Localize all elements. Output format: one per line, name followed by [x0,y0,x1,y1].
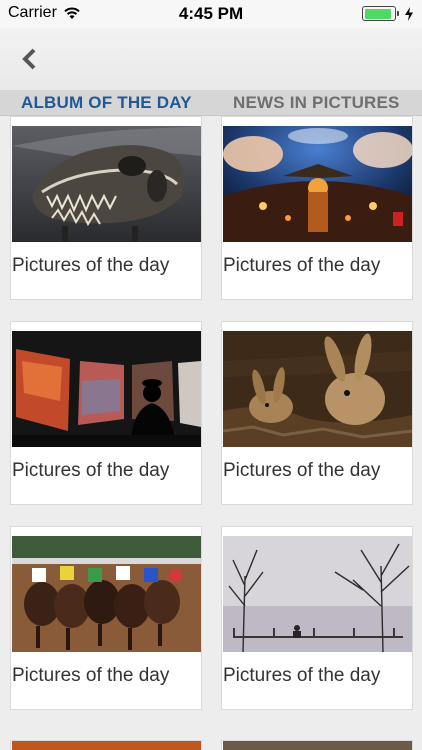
album-card[interactable]: Pictures of the day [10,116,202,300]
album-thumbnail-winter-park [223,536,412,652]
status-time: 4:45 PM [178,4,244,23]
album-thumbnail-dome-ceremony [223,126,412,242]
album-caption: Pictures of the day [12,460,170,481]
tab-news-in-pictures[interactable]: NEWS IN PICTURES [233,93,400,113]
album-grid: Pictures of the day Pictures of the day … [0,116,422,750]
status-right [362,6,414,21]
album-card-partial[interactable] [221,740,413,750]
album-card[interactable]: Pictures of the day [221,321,413,505]
battery-icon [362,6,399,21]
status-bar: Carrier 4:45 PM [0,0,422,28]
album-card[interactable]: Pictures of the day [10,321,202,505]
album-caption: Pictures of the day [223,255,381,276]
album-thumbnail-partial [223,741,412,750]
album-thumbnail-rabbits [223,331,412,447]
album-thumbnail-partial [12,741,201,750]
battery-level [364,8,391,19]
album-card-partial[interactable] [10,740,202,750]
album-thumbnail-horse-race [12,536,201,652]
album-thumbnail-dinosaur-skull [12,126,201,242]
navigation-bar [0,28,422,90]
album-caption: Pictures of the day [223,665,381,686]
album-thumbnail-officer-silhouette [12,331,201,447]
album-card[interactable]: Pictures of the day [221,116,413,300]
tab-bar: ALBUM OF THE DAY NEWS IN PICTURES [0,90,422,116]
chevron-left-icon [22,48,36,70]
album-card[interactable]: Pictures of the day [221,526,413,710]
album-caption: Pictures of the day [223,460,381,481]
album-card[interactable]: Pictures of the day [10,526,202,710]
back-button[interactable] [16,42,46,76]
album-caption: Pictures of the day [12,665,170,686]
bolt-icon [405,6,413,21]
tab-album-of-the-day[interactable]: ALBUM OF THE DAY [21,93,192,113]
album-caption: Pictures of the day [12,255,170,276]
